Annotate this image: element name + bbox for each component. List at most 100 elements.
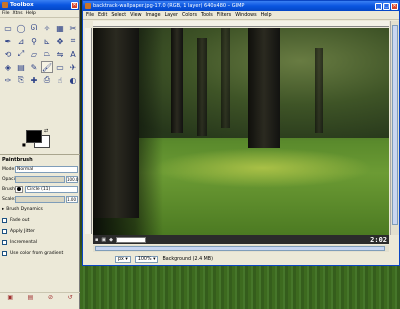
incremental-checkbox[interactable]: Incremental [2,238,78,247]
perspective-icon[interactable]: ⏢ [41,48,53,60]
measure-icon[interactable]: ⊾ [41,35,53,47]
image-titlebar[interactable]: backtrack-wallpaper.jpg-17.0 (RGB, 1 lay… [83,1,399,11]
minimize-icon[interactable]: _ [375,2,382,10]
heal-icon[interactable]: ✚ [28,74,40,86]
swap-colors-icon[interactable]: ⇄ [44,128,48,134]
scissors-icon[interactable]: ✂ [67,22,79,34]
text-icon[interactable]: A [67,48,79,60]
image-canvas[interactable] [93,28,389,235]
toolbox-bottom-bar: ▣ ▤ ⊘ ↺ [0,292,80,302]
vertical-scroll-thumb[interactable] [392,25,398,225]
fade-out-checkbox[interactable]: Fade out [2,216,78,225]
menu-windows[interactable]: Windows [235,13,256,18]
pencil-icon[interactable]: ✎ [28,61,40,73]
reset-options-icon[interactable]: ↺ [68,294,73,301]
brush-value: Circle (11) [27,186,51,192]
expander-arrow-icon: ▸ [2,207,5,212]
color-select-icon[interactable]: ▦ [54,22,66,34]
dodge-burn-icon[interactable]: ◐ [67,74,79,86]
ink-icon[interactable]: ✑ [2,74,14,86]
rotate-icon[interactable]: ⟲ [2,48,14,60]
toolbox-titlebar[interactable]: Toolbox ✕ [0,0,79,10]
mode-select[interactable]: Normal [15,165,78,173]
toolbox-window: Toolbox ✕ File Xtns Help ▭ ◯ ᘏ ✧ ▦ ✂ ✒ ⊿ ⚲ ⊾ ✥ ⌗ ⟲ ⤢ ▱… [0,0,80,309]
menu-filters[interactable]: Filters [217,13,231,18]
scale-icon[interactable]: ⤢ [15,48,27,60]
move-icon[interactable]: ✥ [54,35,66,47]
gradient-color-checkbox[interactable]: Use color from gradient [2,249,78,258]
brush-select[interactable]: Circle (11) [25,185,78,193]
horizontal-scrollbar[interactable] [93,245,389,252]
image-window-title: backtrack-wallpaper.jpg-17.0 (RGB, 1 lay… [93,3,245,9]
scale-label: Scale: [2,196,16,202]
menu-layer[interactable]: Layer [165,13,178,18]
task-box[interactable] [115,236,146,243]
horizontal-scroll-thumb[interactable] [95,246,385,251]
menu-file[interactable]: File [86,13,94,18]
menu-select[interactable]: Select [111,13,126,18]
start-icon[interactable]: ▪ [95,237,98,243]
horizontal-ruler[interactable] [93,21,389,27]
menu-file[interactable]: File [2,11,10,16]
menu-view[interactable]: View [130,13,141,18]
brush-preview[interactable] [15,185,23,193]
restore-options-icon[interactable]: ▤ [28,294,34,301]
free-select-icon[interactable]: ᘏ [28,22,40,34]
crop-icon[interactable]: ⌗ [67,35,79,47]
unit-select[interactable]: px ▾ [115,255,131,263]
close-icon[interactable]: ✕ [391,2,398,10]
scale-slider[interactable] [15,195,65,203]
menu-help[interactable]: Help [261,13,272,18]
menu-tools[interactable]: Tools [201,13,213,18]
network-icon[interactable]: ◆ [109,237,113,243]
rect-select-icon[interactable]: ▭ [2,22,14,34]
terminal-icon[interactable]: ▣ [101,237,106,243]
ellipse-select-icon[interactable]: ◯ [15,22,27,34]
maximize-icon[interactable]: □ [383,2,390,10]
embedded-taskbar: ▪ ▣ ◆ 2:02 [93,235,389,244]
color-picker-icon[interactable]: ⊿ [15,35,27,47]
perspective-clone-icon[interactable]: ⎙ [41,74,53,86]
tree-trunk-distant [197,38,207,136]
menu-image[interactable]: Image [146,13,161,18]
scale-input[interactable]: 1.00 [66,195,78,203]
bucket-fill-icon[interactable]: ◈ [2,61,14,73]
flip-icon[interactable]: ⇋ [54,48,66,60]
blend-icon[interactable]: ▤ [15,61,27,73]
tool-options-title: Paintbrush [2,157,33,163]
menu-edit[interactable]: Edit [98,13,107,18]
tree-trunk-main [248,28,280,148]
shear-icon[interactable]: ▱ [28,48,40,60]
clock: 2:02 [370,235,387,244]
tool-options: Paintbrush Mode: Normal Opacity: 100.0 B… [0,154,80,260]
toolbox-menubar: File Xtns Help [0,10,79,18]
foreground-color-swatch[interactable] [26,130,42,143]
menu-help[interactable]: Help [26,11,36,16]
zoom-icon[interactable]: ⚲ [28,35,40,47]
fuzzy-select-icon[interactable]: ✧ [41,22,53,34]
gimp-icon [2,2,8,8]
apply-jitter-checkbox[interactable]: Apply Jitter [2,227,78,236]
menu-xtns[interactable]: Xtns [13,11,23,16]
clone-icon[interactable]: ⎘ [15,74,27,86]
mode-value: Normal [17,166,34,172]
menu-colors[interactable]: Colors [182,13,197,18]
paths-icon[interactable]: ✒ [2,35,14,47]
vertical-scrollbar[interactable] [390,21,399,235]
brush-dynamics-label: Brush Dynamics [6,207,43,212]
vertical-ruler[interactable] [85,28,92,234]
close-icon[interactable]: ✕ [71,1,78,9]
mode-label: Mode: [2,166,16,172]
opacity-input[interactable]: 100.0 [66,175,78,183]
status-bar: px ▾ 100% ▾ Background (2.4 MB) [85,254,399,264]
brush-dynamics-expander[interactable]: ▸ Brush Dynamics [2,205,78,214]
delete-options-icon[interactable]: ⊘ [48,294,53,301]
tree-trunk-distant [315,48,323,133]
save-options-icon[interactable]: ▣ [7,294,13,301]
airbrush-icon[interactable]: ✈ [67,61,79,73]
paintbrush-icon[interactable]: 🖌 [41,61,53,73]
opacity-slider[interactable] [15,175,65,183]
smudge-icon[interactable]: ☝ [54,74,66,86]
zoom-select[interactable]: 100% ▾ [134,255,159,263]
eraser-icon[interactable]: ▭ [54,61,66,73]
